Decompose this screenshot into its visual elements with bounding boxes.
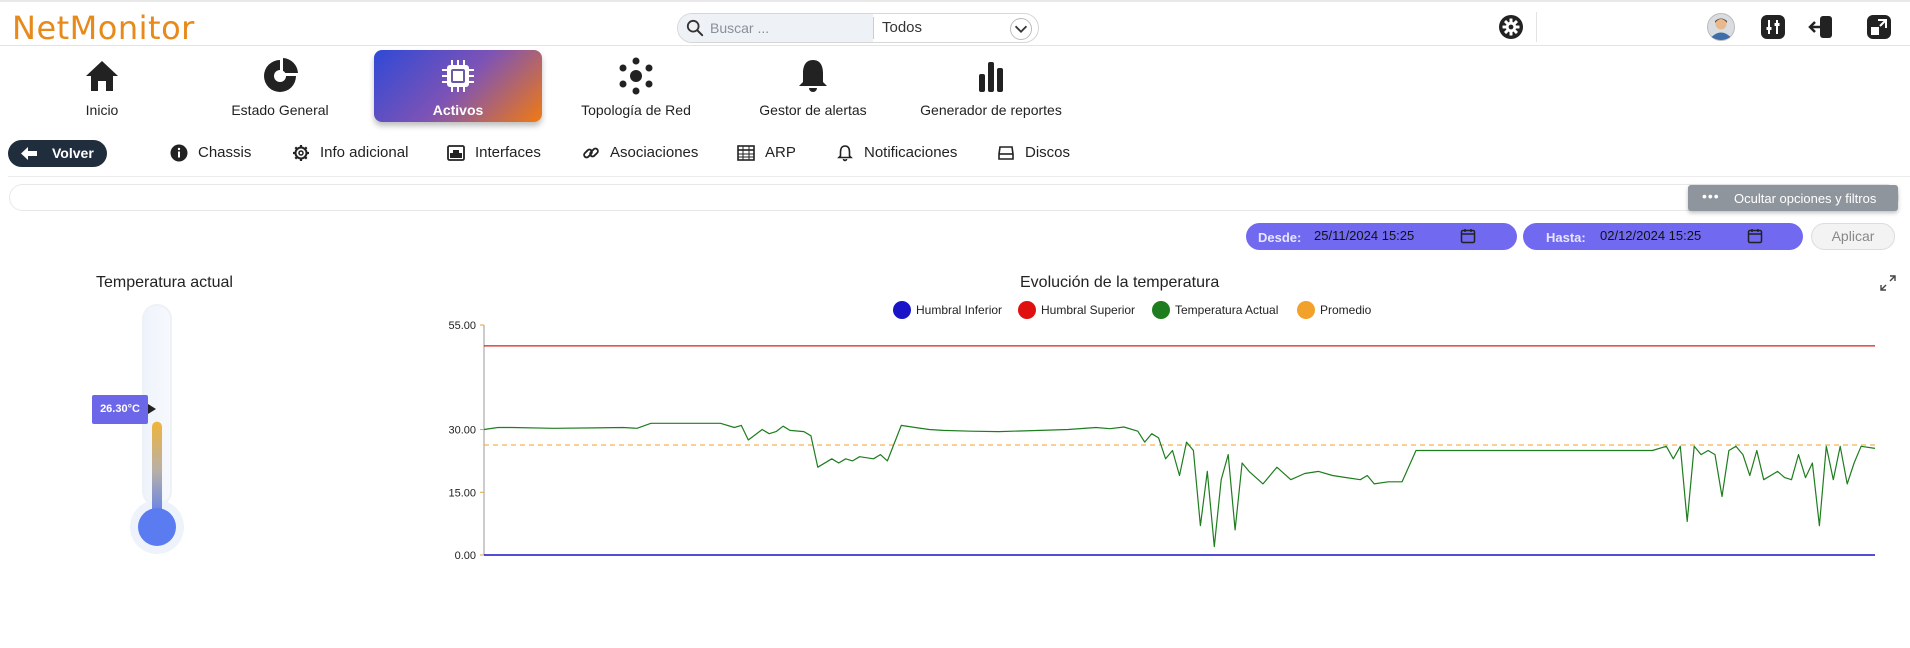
nav-item-inicio[interactable]: Inicio [52, 50, 152, 122]
y-tick-label: 15.00 [448, 487, 476, 499]
nav-item-gestor-de-alertas[interactable]: Gestor de alertas [752, 50, 874, 122]
info-icon [170, 144, 188, 162]
logout-icon[interactable] [1808, 14, 1834, 40]
search-bar: Todos [677, 13, 1039, 43]
arrow-left-icon [21, 147, 37, 160]
date-to-label: Hasta: [1546, 230, 1586, 245]
nav-item-estado-general[interactable]: Estado General [220, 50, 340, 122]
nav-label: Gestor de alertas [759, 102, 867, 118]
nav-label: Inicio [85, 102, 119, 118]
y-tick-label: 30.00 [448, 425, 476, 437]
nav-item-topologia-de-red[interactable]: Topología de Red [576, 50, 696, 122]
search-input[interactable] [710, 18, 868, 38]
tab-label: Asociaciones [610, 144, 699, 161]
app-logo[interactable]: NetMonitor [12, 9, 195, 47]
bar-chart-icon [979, 62, 1003, 92]
divider [8, 176, 1910, 177]
nav-item-activos[interactable]: Activos [374, 50, 542, 122]
user-avatar[interactable] [1707, 13, 1735, 41]
tab-label: Info adicional [320, 144, 409, 161]
date-to-input[interactable] [1600, 228, 1760, 243]
expand-icon[interactable] [1880, 275, 1896, 291]
switch-window-icon[interactable] [1866, 14, 1892, 40]
status-chart-icon [264, 58, 298, 92]
dots-icon: ••• [1702, 188, 1720, 204]
temperature-pointer [148, 404, 156, 414]
date-from-label: Desde: [1258, 230, 1302, 245]
y-tick-label: 55.00 [448, 320, 476, 332]
date-to-field[interactable]: Hasta: [1523, 223, 1803, 250]
bell-icon [837, 145, 853, 162]
settings-gear-icon[interactable] [1498, 14, 1524, 40]
nav-label: Estado General [231, 102, 329, 118]
tab-label: Discos [1025, 144, 1071, 161]
gear-icon [293, 145, 309, 161]
back-button[interactable]: Volver [8, 140, 107, 167]
temperature-line-chart: 55.00 30.00 15.00 0.00 [448, 320, 1876, 562]
chevron-down-icon[interactable] [1010, 18, 1032, 40]
toggle-filters-label: Ocultar opciones y filtros [1734, 191, 1877, 206]
main-nav: Inicio Estado General Activos Topología … [0, 48, 1910, 124]
filter-bar [9, 184, 1899, 211]
top-bar: NetMonitor Todos [0, 0, 1910, 47]
thermometer-gauge [130, 304, 184, 554]
tab-label: Notificaciones [864, 144, 958, 161]
nav-label: Activos [432, 102, 484, 118]
y-tick-label: 0.00 [455, 550, 476, 562]
topology-icon [619, 57, 653, 95]
interface-icon [447, 145, 465, 161]
tab-label: ARP [765, 144, 796, 161]
search-separator [873, 17, 874, 39]
current-temperature-label: 26.30°C [92, 395, 148, 424]
sub-nav: Volver Chassis Info adicional Interfaces [0, 138, 1910, 170]
calendar-icon[interactable] [1747, 228, 1763, 244]
disk-icon [998, 146, 1014, 160]
gauge-title: Temperatura actual [96, 274, 233, 291]
tab-label: Interfaces [475, 144, 541, 161]
toolbar-separator [1536, 12, 1537, 42]
link-icon [583, 147, 599, 159]
nav-label: Topología de Red [581, 102, 691, 118]
sliders-icon[interactable] [1760, 14, 1786, 40]
search-icon[interactable] [686, 19, 704, 37]
toggle-filters-button[interactable]: ••• Ocultar opciones y filtros [1688, 185, 1898, 211]
chip-icon [442, 60, 474, 92]
home-icon [86, 61, 118, 91]
bell-icon [799, 60, 827, 92]
table-icon [737, 145, 755, 161]
nav-item-generador-de-reportes[interactable]: Generador de reportes [914, 50, 1068, 122]
nav-label: Generador de reportes [920, 102, 1062, 118]
tab-label: Chassis [198, 144, 252, 161]
chart-title: Evolución de la temperatura [1020, 274, 1220, 291]
date-from-input[interactable] [1314, 228, 1474, 243]
date-from-field[interactable]: Desde: [1246, 223, 1517, 250]
current-temperature-line [483, 422, 1876, 548]
calendar-icon[interactable] [1460, 228, 1476, 244]
back-button-label: Volver [52, 145, 94, 161]
search-scope-select[interactable]: Todos [882, 19, 922, 36]
thermometer-level [152, 421, 162, 520]
apply-button[interactable]: Aplicar [1811, 223, 1895, 250]
